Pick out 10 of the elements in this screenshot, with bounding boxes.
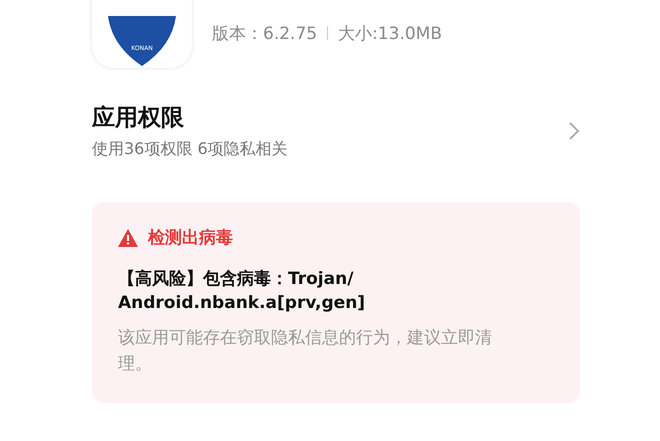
advice-text: 该应用可能存在窃取隐私信息的行为，建议立即清理。 (118, 327, 493, 376)
permissions-summary: 使用36项权限 6项隐私相关 (92, 139, 288, 160)
alert-title: 检测出病毒 (148, 227, 233, 249)
chevron-right-icon[interactable] (568, 121, 580, 141)
warning-icon (118, 228, 138, 246)
threat-text: Android.nbank.a[prv,gen] (118, 292, 366, 315)
version-text: 版本：6.2.75 (212, 22, 318, 44)
threat-text: 【高风险】包含病毒：Trojan/ (118, 268, 354, 291)
size-text: 大小:13.0MB (338, 22, 442, 44)
permissions-title: 应用权限 (92, 104, 185, 133)
